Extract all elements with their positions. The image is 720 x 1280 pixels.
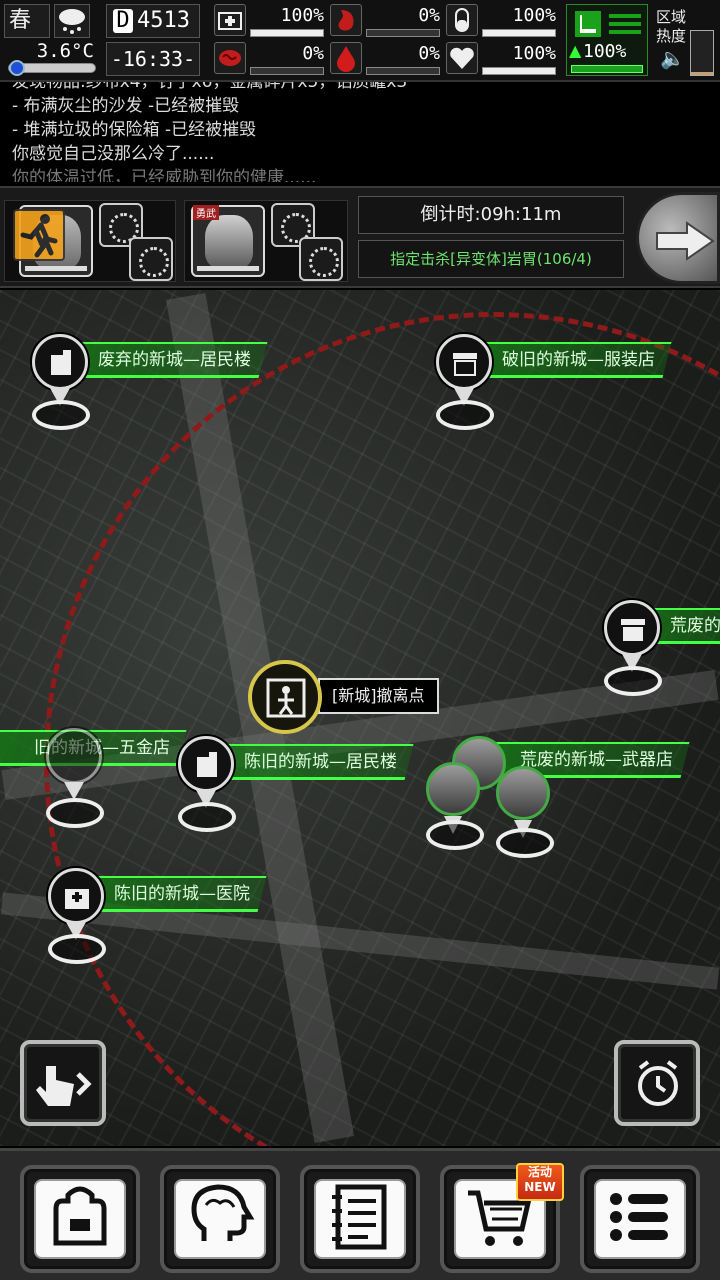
temperature-value: 3.6°C bbox=[36, 40, 94, 62]
list-menu-icon bbox=[610, 1193, 668, 1241]
day-value: 4513 bbox=[137, 8, 190, 33]
hospital-icon bbox=[48, 868, 104, 924]
shop-icon bbox=[436, 334, 492, 390]
stat-value: 0% bbox=[418, 5, 440, 26]
creature-icon[interactable] bbox=[299, 237, 343, 281]
alarm-clock-icon bbox=[638, 1060, 678, 1106]
log-line: - 堆满垃圾的保险箱 -已经被摧毁 bbox=[12, 120, 257, 140]
blood-drop-icon bbox=[330, 42, 362, 74]
notebook-icon bbox=[332, 1184, 387, 1250]
head-brain-icon bbox=[191, 1184, 255, 1241]
event-log[interactable]: 发现物品:纱布x4，钉子x6，金属碎片x5，铝质罐x3 - 布满灰尘的沙发 -已… bbox=[0, 82, 720, 182]
badge-top-label: 活动 bbox=[527, 1165, 552, 1179]
backpack-button[interactable] bbox=[20, 1165, 140, 1273]
bottom-toolbar: 活动 NEW bbox=[0, 1148, 720, 1280]
arrow-right-icon bbox=[656, 221, 715, 261]
day-counter: D 4513 bbox=[106, 4, 200, 38]
stat-value: 0% bbox=[302, 43, 324, 64]
running-man-icon[interactable] bbox=[13, 209, 65, 261]
stat-value: 0% bbox=[418, 43, 440, 64]
shop-button[interactable]: 活动 NEW bbox=[440, 1163, 564, 1273]
next-arrow-button[interactable] bbox=[636, 192, 720, 284]
log-line: - 布满灰尘的沙发 -已经被摧毁 bbox=[12, 96, 240, 116]
stat-value: 100% bbox=[512, 43, 556, 64]
signal-bar bbox=[571, 65, 643, 73]
arrow-up-icon: ▲ bbox=[569, 41, 582, 60]
signal-value: 100% bbox=[583, 41, 627, 62]
tap-hand-button[interactable] bbox=[20, 1040, 106, 1126]
countdown-timer: 倒计时:09h:11m bbox=[358, 196, 624, 234]
event-new-badge: 活动 NEW bbox=[516, 1163, 564, 1201]
stat-bar bbox=[482, 29, 556, 37]
stat-value: 100% bbox=[280, 5, 324, 26]
danger-zone-ring bbox=[44, 312, 720, 1146]
creature-icon[interactable] bbox=[129, 237, 173, 281]
city-map[interactable]: 废弃的新城—居民楼 破旧的新城—服装店 荒废的 旧的新城—五金店 陈旧的新城—居… bbox=[0, 290, 720, 1146]
season-indicator: 春 bbox=[4, 4, 50, 38]
day-prefix: D bbox=[113, 9, 133, 33]
stat-bar bbox=[250, 29, 324, 37]
temperature-bar bbox=[8, 60, 96, 76]
mission-objective[interactable]: 指定击杀[异变体]岩胃(106/4) bbox=[358, 240, 624, 278]
pill-icon bbox=[446, 4, 478, 36]
boot-icon bbox=[575, 11, 641, 37]
alarm-clock-button[interactable] bbox=[614, 1040, 700, 1126]
zone-heat-label: 区域热度 bbox=[656, 8, 687, 45]
journal-button[interactable] bbox=[300, 1165, 420, 1273]
stat-stamina[interactable]: 100% bbox=[446, 4, 558, 38]
speaker-icon[interactable]: 🔈 bbox=[660, 46, 685, 70]
stat-bar bbox=[482, 67, 556, 75]
zone-heat-meter bbox=[690, 30, 714, 76]
log-line: 发现物品:纱布x4，钉子x6，金属碎片x5，铝质罐x3 bbox=[12, 82, 408, 92]
stomach-icon bbox=[330, 4, 362, 36]
stat-mood[interactable]: 100% bbox=[446, 42, 558, 76]
tap-hand-icon bbox=[36, 1066, 92, 1106]
snow-cloud-icon bbox=[54, 4, 90, 38]
apartment-icon bbox=[178, 736, 234, 792]
skills-button[interactable] bbox=[160, 1165, 280, 1273]
log-line: 你感觉自己没那么冷了...... bbox=[12, 144, 215, 164]
hero-tag: 勇武 bbox=[193, 205, 219, 220]
stat-bar bbox=[366, 67, 440, 75]
store-icon bbox=[604, 600, 660, 656]
stat-hunger[interactable]: 0% bbox=[330, 4, 442, 38]
status-bar: 春 3.6°C D 4513 -16:33- 100% 0% 100% 0% 0%… bbox=[0, 0, 720, 82]
stat-infection[interactable]: 0% bbox=[214, 42, 326, 76]
team-member-2[interactable]: 勇武 bbox=[184, 200, 348, 282]
hardware-icon bbox=[46, 728, 102, 784]
stat-blood[interactable]: 0% bbox=[330, 42, 442, 76]
backpack-icon bbox=[53, 1186, 107, 1246]
apartment-icon bbox=[32, 334, 88, 390]
stat-health[interactable]: 100% bbox=[214, 4, 326, 38]
log-line: 你的体温过低，已经威胁到你的健康...... bbox=[12, 168, 317, 182]
stat-bar bbox=[250, 67, 324, 75]
thermometer-icon bbox=[8, 60, 25, 76]
brain-icon bbox=[214, 42, 246, 74]
medkit-icon bbox=[214, 4, 246, 36]
avatar bbox=[426, 762, 480, 816]
evacuation-label: [新城]撤离点 bbox=[318, 678, 439, 714]
game-clock: -16:33- bbox=[106, 42, 200, 76]
season-label: 春 bbox=[9, 8, 32, 33]
heart-icon bbox=[446, 42, 478, 74]
team-member-1[interactable] bbox=[4, 200, 176, 282]
stat-value: 100% bbox=[512, 5, 556, 26]
badge-bottom-label: NEW bbox=[524, 1180, 556, 1194]
menu-button[interactable] bbox=[580, 1165, 700, 1273]
stat-bar bbox=[366, 29, 440, 37]
evacuation-icon bbox=[248, 660, 322, 734]
avatar bbox=[496, 766, 550, 820]
signal-panel[interactable]: ▲ 100% bbox=[566, 4, 648, 76]
